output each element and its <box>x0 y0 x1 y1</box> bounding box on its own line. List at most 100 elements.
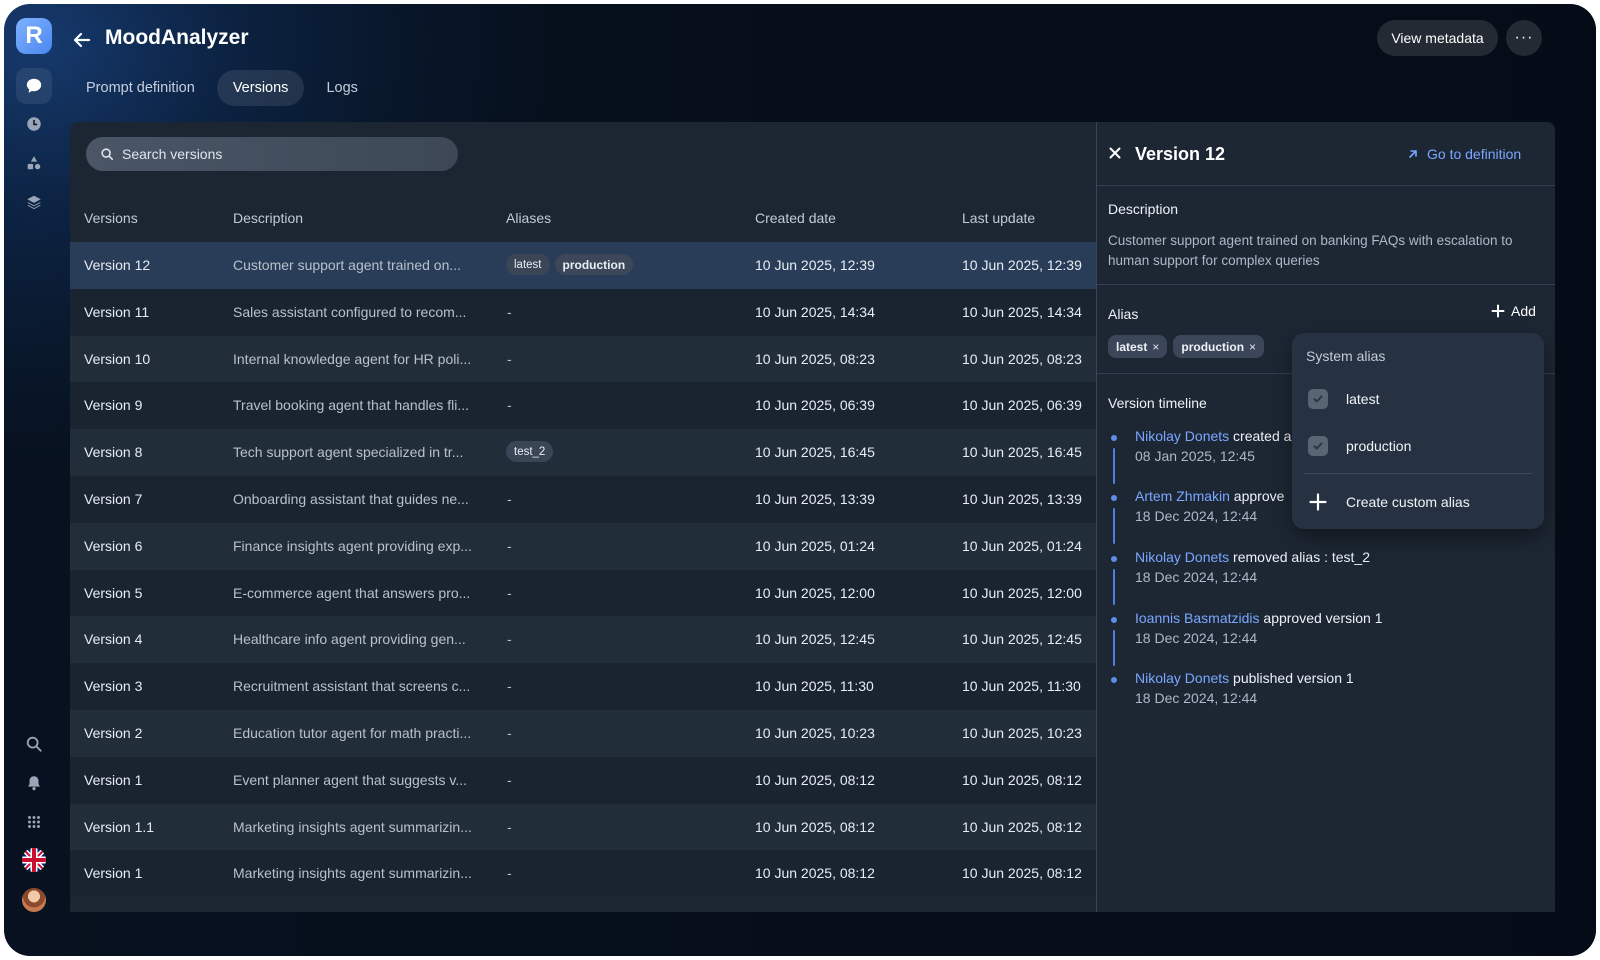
version-cell: Version 1.1 <box>84 818 155 835</box>
column-header-aliases[interactable]: Aliases <box>506 210 551 226</box>
created-date-cell: 10 Jun 2025, 06:39 <box>755 397 875 414</box>
aliases-cell: - <box>506 394 736 413</box>
search-input[interactable] <box>122 146 442 162</box>
checkbox-checked[interactable] <box>1308 436 1328 456</box>
remove-alias-icon[interactable]: × <box>1152 340 1159 354</box>
table-header: Versions Description Aliases Created dat… <box>70 198 1096 238</box>
timeline-dot <box>1111 495 1117 501</box>
timeline-label: Version timeline <box>1108 395 1207 411</box>
checkbox-checked[interactable] <box>1308 389 1328 409</box>
uk-flag-icon[interactable] <box>22 848 46 872</box>
bell-icon[interactable] <box>16 765 52 801</box>
description-cell: Sales assistant configured to recom... <box>233 303 467 320</box>
search-bar[interactable] <box>86 137 458 171</box>
version-cell: Version 2 <box>84 725 143 741</box>
table-row[interactable]: Version 4 Healthcare info agent providing… <box>70 616 1096 664</box>
more-options-button[interactable]: ··· <box>1506 20 1542 56</box>
alias-option-label: latest <box>1346 391 1380 407</box>
last-update-cell: 10 Jun 2025, 08:12 <box>962 771 1082 788</box>
timeline-user-link[interactable]: Artem Zhmakin <box>1135 488 1230 504</box>
version-cell: Version 9 <box>84 397 143 414</box>
divider <box>1304 473 1532 474</box>
table-row[interactable]: Version 5 E-commerce agent that answers p… <box>70 569 1096 617</box>
created-date-cell: 10 Jun 2025, 11:30 <box>755 678 874 695</box>
column-header-description[interactable]: Description <box>233 210 303 226</box>
alias-option-latest[interactable]: latest <box>1308 387 1379 411</box>
last-update-cell: 10 Jun 2025, 08:23 <box>962 350 1082 367</box>
table-row[interactable]: Version 9 Travel booking agent that handl… <box>70 382 1096 430</box>
created-date-cell: 10 Jun 2025, 08:12 <box>755 771 875 788</box>
column-header-last-update[interactable]: Last update <box>962 210 1035 226</box>
timeline-action: removed alias : test_2 <box>1229 549 1371 565</box>
back-arrow-icon[interactable] <box>70 28 94 52</box>
alias-badge: latest <box>506 254 550 275</box>
table-row[interactable]: Version 8 Tech support agent specialized … <box>70 429 1096 477</box>
table-row[interactable]: Version 6 Finance insights agent providin… <box>70 522 1096 570</box>
created-date-cell: 10 Jun 2025, 10:23 <box>755 725 875 741</box>
empty-alias: - <box>507 725 512 741</box>
tab-versions[interactable]: Versions <box>216 70 305 106</box>
aliases-cell: - <box>506 582 736 601</box>
timeline-user-link[interactable]: Nikolay Donets <box>1135 670 1229 686</box>
created-date-cell: 10 Jun 2025, 08:12 <box>755 865 875 882</box>
table-row[interactable]: Version 12 Customer support agent trained… <box>70 242 1096 289</box>
page-title: MoodAnalyzer <box>105 26 249 49</box>
timeline-dot <box>1111 617 1117 623</box>
table-row[interactable]: Version 10 Internal knowledge agent for H… <box>70 335 1096 383</box>
empty-alias: - <box>507 865 512 882</box>
empty-alias: - <box>507 537 512 554</box>
view-metadata-button[interactable]: View metadata <box>1377 20 1498 56</box>
shapes-icon[interactable] <box>16 145 52 181</box>
description-cell: Marketing insights agent summarizin... <box>233 865 472 882</box>
last-update-cell: 10 Jun 2025, 12:00 <box>962 584 1082 601</box>
aliases-cell: test_2 <box>506 441 736 463</box>
description-cell: Internal knowledge agent for HR poli... <box>233 350 472 367</box>
table-row[interactable]: Version 3 Recruitment assistant that scre… <box>70 663 1096 711</box>
go-to-definition-label: Go to definition <box>1427 146 1522 162</box>
alias-badge: production <box>554 254 634 275</box>
tab-prompt-definition[interactable]: Prompt definition <box>70 70 211 106</box>
table-row[interactable]: Version 1 Event planner agent that sugges… <box>70 756 1096 804</box>
alias-chip-production[interactable]: production × <box>1173 335 1265 358</box>
layers-icon[interactable] <box>16 184 52 220</box>
tab-logs[interactable]: Logs <box>310 70 373 106</box>
alias-option-production[interactable]: production <box>1308 434 1411 458</box>
last-update-cell: 10 Jun 2025, 06:39 <box>962 397 1082 414</box>
close-icon[interactable] <box>1107 145 1123 161</box>
clock-icon[interactable] <box>16 106 52 142</box>
alias-chip-latest[interactable]: latest × <box>1108 335 1168 358</box>
timeline-dot <box>1111 556 1117 562</box>
timeline-item: Nikolay Donets published version 1 18 De… <box>1108 670 1548 730</box>
timeline-user-link[interactable]: Nikolay Donets <box>1135 428 1229 444</box>
create-custom-alias-button[interactable]: Create custom alias <box>1308 492 1470 512</box>
table-row[interactable]: Version 2 Education tutor agent for math … <box>70 710 1096 757</box>
timeline-action: approved version 1 <box>1259 610 1383 626</box>
last-update-cell: 10 Jun 2025, 13:39 <box>962 491 1082 507</box>
chat-icon[interactable] <box>16 68 52 104</box>
check-icon <box>1313 442 1323 450</box>
version-cell: Version 7 <box>84 491 143 507</box>
description-text: Customer support agent trained on bankin… <box>1108 233 1513 268</box>
app-logo[interactable]: R <box>16 18 52 54</box>
column-header-created-date[interactable]: Created date <box>755 210 836 226</box>
remove-alias-icon[interactable]: × <box>1249 340 1256 354</box>
created-date-cell: 10 Jun 2025, 01:24 <box>755 537 875 554</box>
version-cell: Version 10 <box>84 350 151 367</box>
aliases-cell: - <box>506 535 736 554</box>
user-avatar[interactable] <box>22 888 46 912</box>
table-row[interactable]: Version 1 Marketing insights agent summar… <box>70 850 1096 898</box>
grid-icon[interactable] <box>16 804 52 840</box>
column-header-versions[interactable]: Versions <box>84 210 138 226</box>
description-cell: Finance insights agent providing exp... <box>233 537 472 554</box>
table-row[interactable]: Version 1.1 Marketing insights agent summ… <box>70 803 1096 851</box>
divider <box>1097 185 1555 186</box>
add-alias-button[interactable]: Add <box>1491 303 1536 319</box>
table-row[interactable]: Version 11 Sales assistant configured to … <box>70 288 1096 336</box>
table-row[interactable]: Version 7 Onboarding assistant that guide… <box>70 476 1096 523</box>
timeline-user-link[interactable]: Ioannis Basmatzidis <box>1135 610 1260 626</box>
search-icon[interactable] <box>16 726 52 762</box>
alias-chip-label: latest <box>1116 339 1148 354</box>
timeline-user-link[interactable]: Nikolay Donets <box>1135 549 1229 565</box>
left-rail: R <box>4 4 70 956</box>
go-to-definition-link[interactable]: Go to definition <box>1407 146 1521 162</box>
